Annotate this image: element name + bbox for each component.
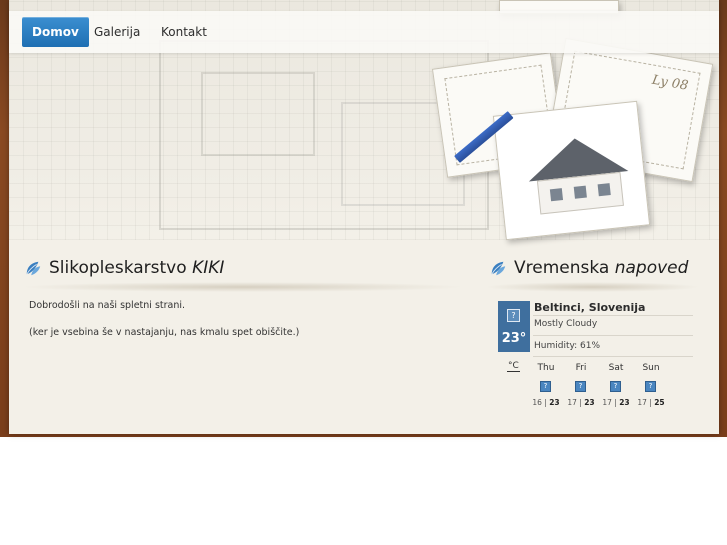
main-navigation: Domov Galerija Kontakt [9, 11, 719, 53]
leaf-icon [491, 261, 506, 276]
nav-item-galerija[interactable]: Galerija [84, 17, 150, 47]
temperature-unit-toggle[interactable]: °C [507, 361, 520, 372]
forecast-temp-sat: 17 | 23 [602, 398, 630, 407]
unknown-weather-icon: ? [507, 309, 520, 322]
page-title: Slikopleskarstvo KIKI [24, 258, 224, 278]
forecast-day-sun: Sun [642, 363, 660, 373]
weather-title: Vremenska napoved [489, 258, 688, 278]
title-divider [20, 282, 465, 292]
title-emphasis: KIKI [192, 258, 225, 278]
unknown-weather-icon: ? [575, 381, 586, 392]
weather-condition: Mostly Cloudy [534, 319, 598, 329]
nav-item-kontakt[interactable]: Kontakt [151, 17, 217, 47]
leaf-icon [26, 261, 41, 276]
weather-divider-line [533, 315, 693, 316]
house-photo [492, 100, 651, 241]
weather-divider-line [533, 356, 693, 357]
current-weather-box: ? 23° [498, 301, 530, 352]
weather-divider [485, 282, 700, 292]
forecast-day-fri: Fri [575, 363, 587, 373]
welcome-text: Dobrodošli na naši spletni strani. [29, 300, 186, 311]
unknown-weather-icon: ? [610, 381, 621, 392]
unknown-weather-icon: ? [540, 381, 551, 392]
unknown-weather-icon: ? [645, 381, 656, 392]
weather-location: Beltinci, Slovenija [534, 301, 646, 314]
weather-divider-line [533, 335, 693, 336]
current-temperature: 23° [501, 331, 527, 346]
nav-item-domov[interactable]: Domov [22, 17, 89, 47]
forecast-temp-thu: 16 | 23 [532, 398, 560, 407]
forecast-day-thu: Thu [537, 363, 555, 373]
title-prefix: Slikopleskarstvo [49, 258, 187, 278]
forecast-day-sat: Sat [608, 363, 624, 373]
weather-title-prefix: Vremenska [514, 258, 610, 278]
construction-text: (ker je vsebina še v nastajanju, nas kma… [29, 327, 300, 338]
weather-humidity: Humidity: 61% [534, 341, 601, 351]
forecast-temp-fri: 17 | 23 [567, 398, 595, 407]
forecast-temp-sun: 17 | 25 [637, 398, 665, 407]
weather-title-emphasis: napoved [614, 258, 689, 278]
